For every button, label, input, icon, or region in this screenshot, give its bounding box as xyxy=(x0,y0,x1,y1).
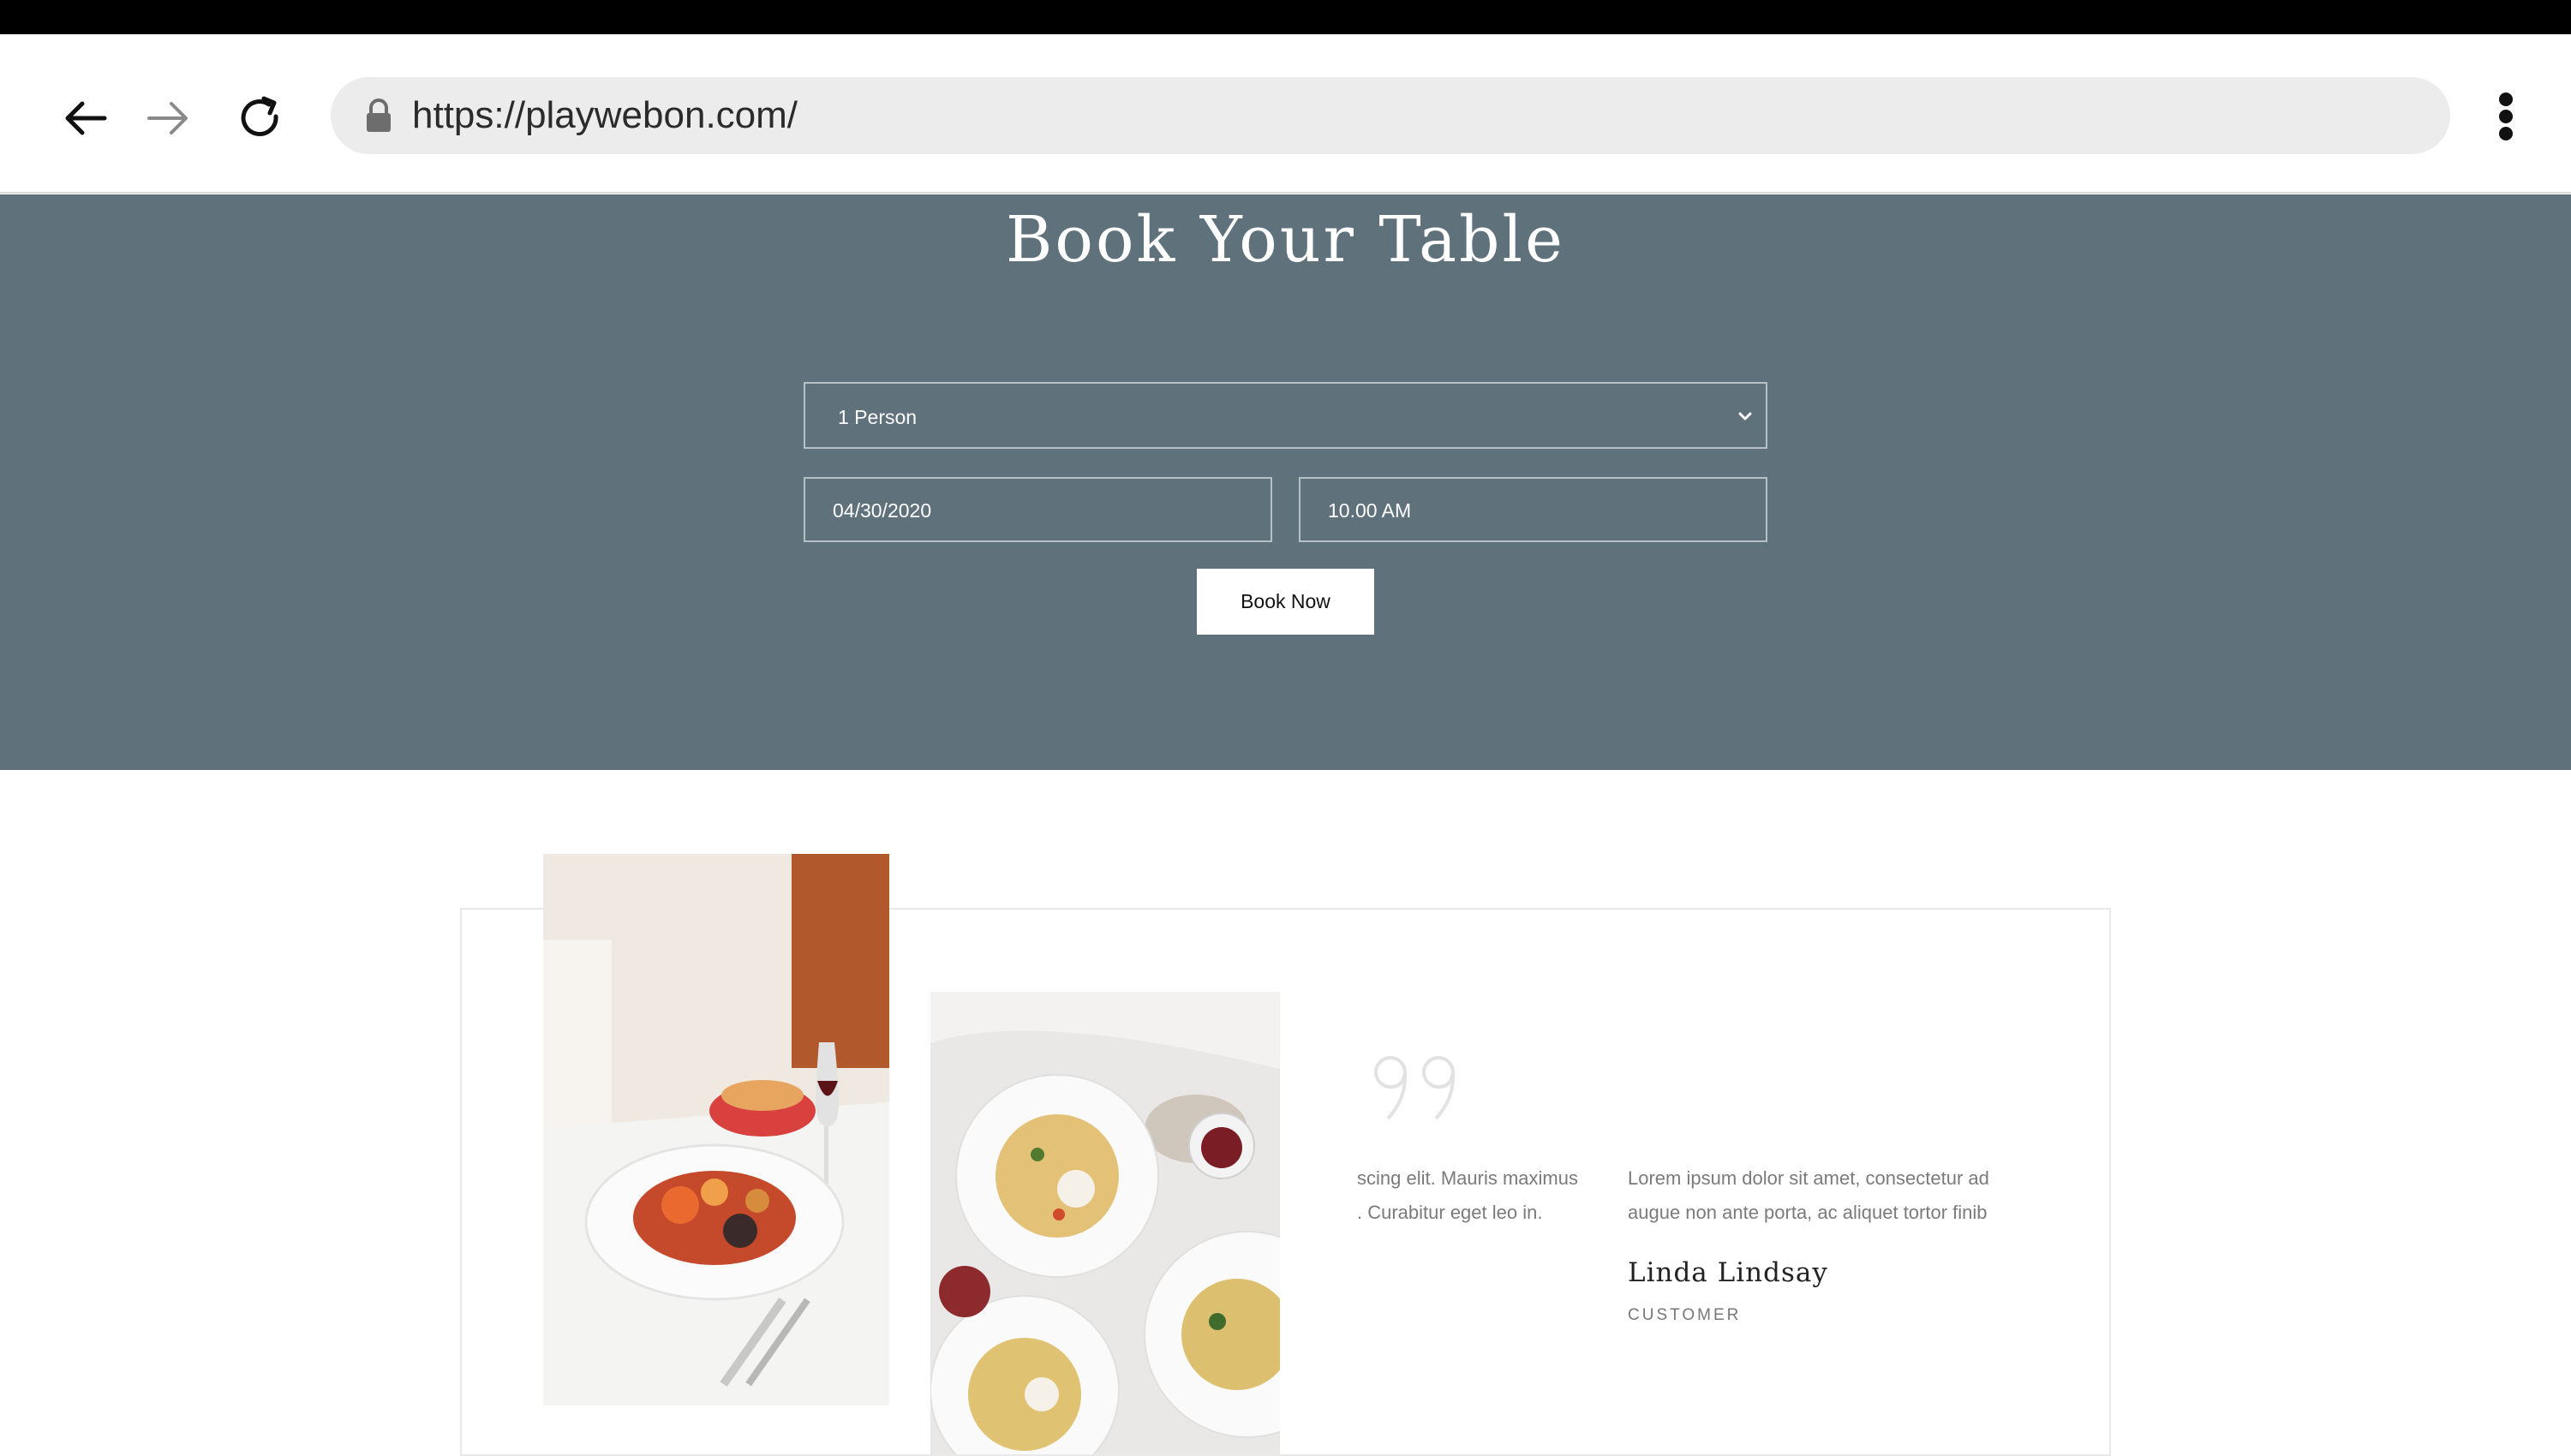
party-size-value: 1 Person xyxy=(838,406,918,428)
browser-menu-button[interactable] xyxy=(2484,86,2529,147)
chevron-down-icon xyxy=(1738,412,1752,421)
more-vertical-icon xyxy=(2499,92,2513,106)
testimonial-author: Linda Lindsay xyxy=(1628,1257,1828,1288)
food-photo-pasta xyxy=(930,992,1280,1454)
time-input[interactable]: 10.00 AM xyxy=(1299,477,1767,542)
arrow-left-icon xyxy=(65,101,107,135)
date-value: 04/30/2020 xyxy=(833,499,932,522)
address-bar[interactable]: https://playwebon.com/ xyxy=(331,77,2450,154)
reload-button[interactable] xyxy=(226,84,295,152)
lock-icon xyxy=(367,98,391,132)
booking-section: Book Your Table 1 Person 04/30/2020 10.0… xyxy=(0,194,2571,770)
food-photo-seafood xyxy=(543,854,889,1405)
testimonial-text-previous: scing elit. Mauris maximus . Curabitur e… xyxy=(1357,1167,1578,1223)
reload-icon xyxy=(241,96,278,137)
forward-button[interactable] xyxy=(134,84,202,152)
url-text: https://playwebon.com/ xyxy=(412,94,798,136)
book-now-button[interactable]: Book Now xyxy=(1197,569,1374,635)
arrow-right-icon xyxy=(147,102,188,134)
system-status-bar xyxy=(0,0,2571,34)
browser-toolbar: https://playwebon.com/ xyxy=(0,34,2571,194)
party-size-select[interactable]: 1 Person xyxy=(804,382,1767,449)
testimonial-author-role: CUSTOMER xyxy=(1628,1306,1742,1324)
testimonial-text-current: Lorem ipsum dolor sit amet, consectetur … xyxy=(1628,1167,1989,1223)
back-button[interactable] xyxy=(51,84,120,152)
date-input[interactable]: 04/30/2020 xyxy=(804,477,1272,542)
booking-title: Book Your Table xyxy=(1006,203,1565,277)
time-value: 10.00 AM xyxy=(1328,499,1412,522)
quote-icon xyxy=(1374,1056,1456,1120)
